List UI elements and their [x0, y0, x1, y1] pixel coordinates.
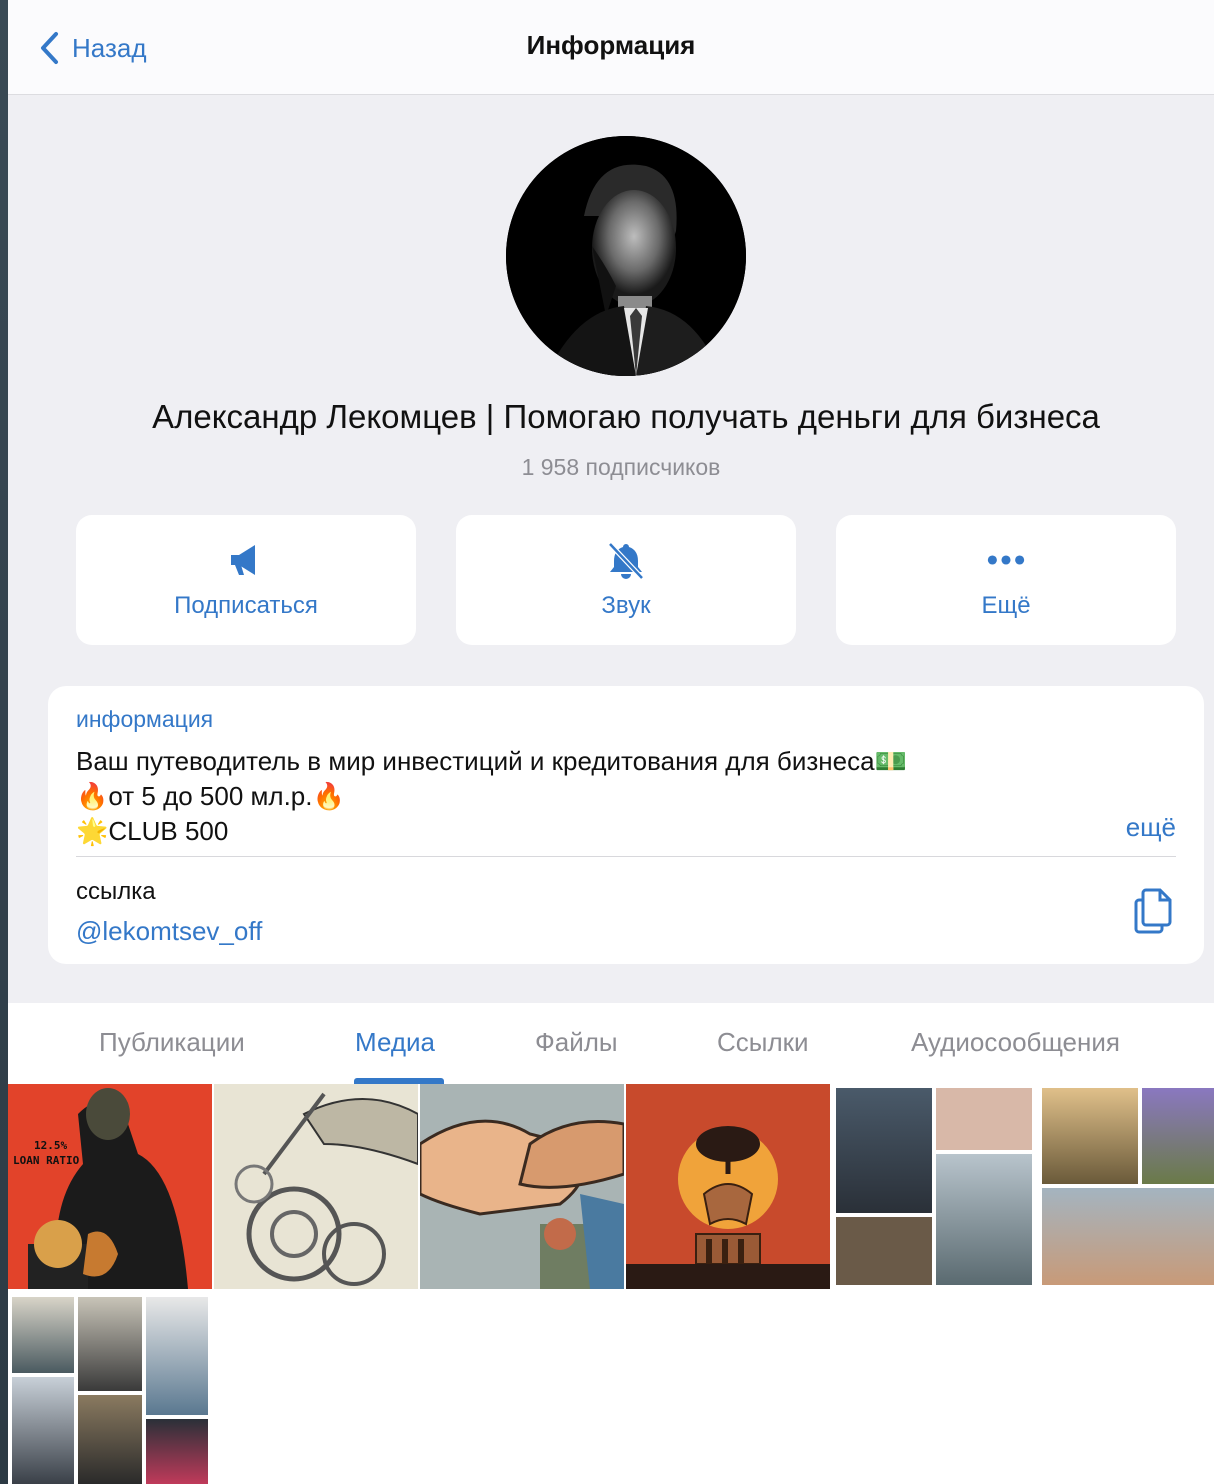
tile-caption: LOAN RATIO [13, 1154, 80, 1167]
bell-slash-icon [606, 540, 646, 580]
money-emoji-icon: 💵 [874, 747, 907, 777]
media-tile[interactable] [8, 1291, 212, 1484]
channel-name: Александр Лекомцев | Помогаю получать де… [152, 398, 1100, 435]
channel-username-link[interactable]: @lekomtsev_off [76, 916, 262, 947]
nav-bar: Назад Информация [8, 0, 1214, 95]
tab-publications[interactable]: Публикации [99, 1027, 245, 1058]
expand-description-link[interactable]: ещё [1126, 812, 1176, 843]
tab-voice-messages[interactable]: Аудиосообщения [911, 1027, 1120, 1058]
star-emoji-icon: 🌟 [76, 817, 109, 847]
copy-icon[interactable] [1132, 886, 1174, 936]
page-title: Информация [526, 30, 696, 60]
media-tile[interactable] [214, 1084, 418, 1289]
ellipsis-icon [986, 540, 1026, 580]
media-tile[interactable]: 12.5% LOAN RATIO [8, 1084, 212, 1289]
more-button[interactable]: Ещё [836, 515, 1176, 645]
tab-links[interactable]: Ссылки [717, 1027, 809, 1058]
channel-info-screen: Назад Информация Александр Лекомцев | По… [8, 0, 1214, 1484]
info-card: информация Ваш путеводитель в мир инвест… [48, 686, 1204, 964]
description-text-1: Ваш путеводитель в мир инвестиций и кред… [76, 746, 875, 776]
subscribe-label: Подписаться [174, 592, 318, 619]
description-line-3: 🌟CLUB 500 [76, 814, 907, 849]
media-tile[interactable] [832, 1084, 1036, 1289]
description: Ваш путеводитель в мир инвестиций и кред… [76, 744, 907, 849]
window-edge [0, 0, 8, 1484]
media-tile[interactable] [1038, 1084, 1214, 1289]
info-label: информация [76, 706, 214, 732]
avatar-photo [506, 136, 746, 376]
media-tile[interactable] [626, 1084, 830, 1289]
fire-emoji-icon: 🔥 [312, 782, 345, 812]
link-label: ссылка [76, 878, 156, 905]
megaphone-icon [226, 540, 266, 580]
description-line-1: Ваш путеводитель в мир инвестиций и кред… [76, 744, 907, 779]
avatar[interactable] [506, 136, 746, 376]
sound-button[interactable]: Звук [456, 515, 796, 645]
description-text-2: от 5 до 500 мл.р. [108, 781, 313, 811]
description-line-2: 🔥от 5 до 500 мл.р.🔥 [76, 779, 907, 814]
media-tabs: Публикации Медиа Файлы Ссылки Аудиосообщ… [8, 1003, 1214, 1084]
media-tile[interactable] [420, 1084, 624, 1289]
sound-label: Звук [601, 592, 651, 619]
subscriber-count: 1 958 подписчиков [521, 454, 721, 480]
more-label: Ещё [981, 592, 1031, 619]
tab-media[interactable]: Медиа [355, 1027, 435, 1058]
media-grid: 12.5% LOAN RATIO [8, 1084, 1214, 1484]
tab-files[interactable]: Файлы [535, 1027, 618, 1058]
subscribe-button[interactable]: Подписаться [76, 515, 416, 645]
fire-emoji-icon: 🔥 [76, 782, 109, 812]
divider [76, 856, 1176, 857]
description-text-3: CLUB 500 [108, 816, 229, 846]
tile-caption: 12.5% [34, 1139, 68, 1152]
